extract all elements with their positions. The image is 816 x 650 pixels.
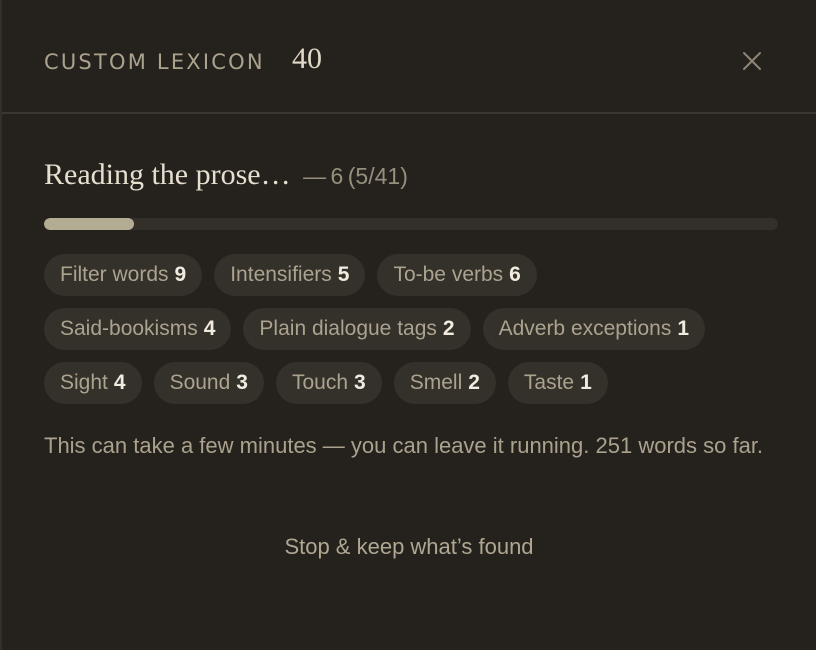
category-chip[interactable]: Sound 3 (153, 362, 264, 404)
category-chip[interactable]: Intensifiers 5 (214, 254, 366, 296)
status-note: This can take a few minutes — you can le… (44, 433, 764, 458)
chip-label: Intensifiers (230, 263, 332, 286)
category-chip[interactable]: Filter words 9 (44, 254, 203, 296)
chip-count: 2 (442, 317, 455, 340)
panel-title: CUSTOM LEXICON (44, 50, 265, 74)
category-chip[interactable]: Said-bookisms 4 (44, 308, 232, 350)
chip-count: 4 (113, 371, 126, 394)
panel-header: CUSTOM LEXICON 40 (2, 0, 816, 114)
chip-label: Taste (523, 371, 575, 394)
chip-label: Smell (409, 371, 463, 394)
stop-keep-button[interactable]: Stop & keep what’s found (2, 534, 816, 560)
chip-row: Filter words 9 Intensifiers 5 To-be verbs 6 (44, 254, 784, 296)
chip-row: Sight 4 Sound 3 Touch 3 Smell 2 Taste 1 (44, 362, 784, 404)
chip-count: 2 (468, 371, 480, 394)
chip-row: Said-bookisms 4 Plain dialogue tags 2 Adverb… (44, 308, 784, 350)
status-line: Reading the prose… — 6 (5/41) (44, 158, 408, 192)
chip-label: Filter words (60, 263, 169, 286)
progress-bar (44, 218, 778, 230)
status-separator: — (303, 163, 327, 189)
category-chip[interactable]: Sight 4 (44, 362, 142, 404)
category-chip[interactable]: Plain dialogue tags 2 (243, 308, 471, 350)
chip-count: 6 (509, 263, 521, 286)
chip-label: Sound (169, 371, 231, 394)
close-button[interactable] (739, 48, 765, 74)
category-chip[interactable]: To-be verbs 6 (377, 254, 537, 296)
category-chip[interactable]: Smell 2 (393, 362, 496, 404)
status-message: Reading the prose… (44, 158, 291, 191)
chip-count: 3 (354, 371, 366, 394)
chip-label: Touch (291, 371, 349, 394)
chip-count: 3 (236, 371, 248, 394)
chip-label: To-be verbs (393, 263, 504, 286)
category-chip[interactable]: Touch 3 (275, 362, 382, 404)
chip-count: 1 (580, 371, 592, 394)
chip-count: 1 (677, 317, 690, 340)
chip-label: Sight (60, 371, 108, 394)
status-progress-text: (5/41) (347, 163, 408, 189)
chip-label: Said-bookisms (60, 317, 198, 340)
lexicon-count: 40 (292, 42, 322, 75)
status-found-count: 6 (330, 163, 344, 189)
category-chip[interactable]: Taste 1 (507, 362, 608, 404)
close-icon (743, 52, 761, 70)
progress-bar-fill (44, 218, 134, 230)
chip-label: Plain dialogue tags (259, 317, 437, 340)
lexicon-panel: CUSTOM LEXICON 40 Reading the prose… — 6… (0, 0, 816, 650)
category-chips: Filter words 9 Intensifiers 5 To-be verbs 6 Sa… (44, 254, 784, 416)
chip-label: Adverb exceptions (498, 317, 672, 340)
chip-count: 9 (174, 263, 187, 286)
chip-count: 4 (203, 317, 216, 340)
chip-count: 5 (337, 263, 350, 286)
category-chip[interactable]: Adverb exceptions 1 (482, 308, 706, 350)
